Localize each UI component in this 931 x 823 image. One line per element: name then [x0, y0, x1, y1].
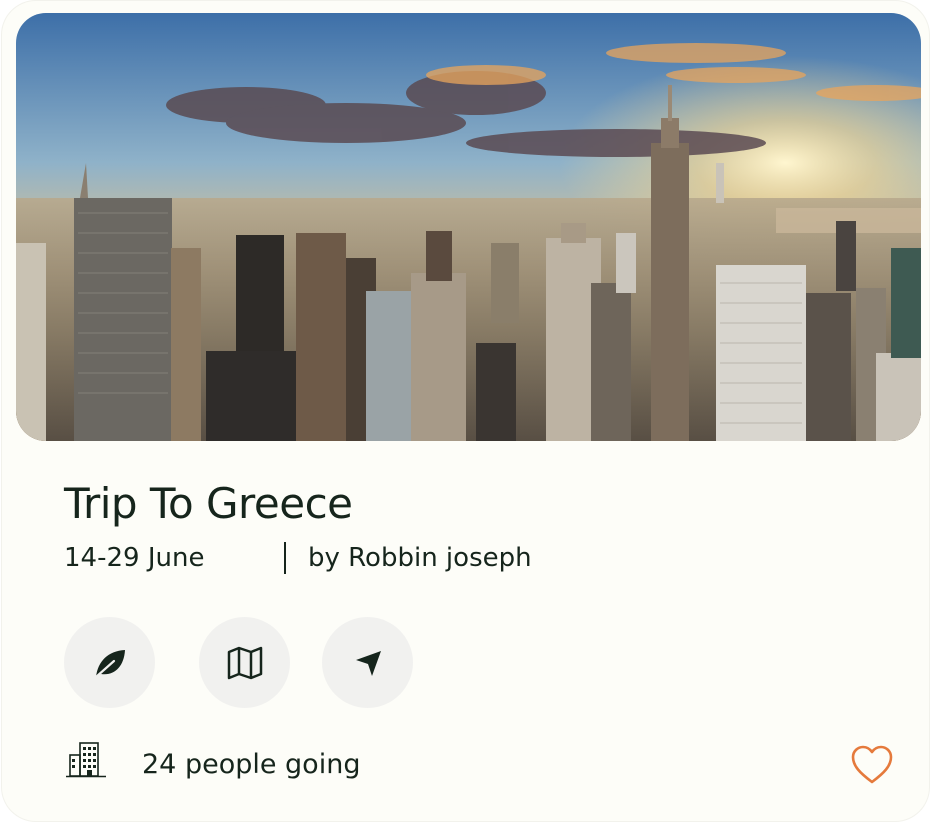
- city-skyline-image: [16, 13, 921, 441]
- hero-image: [16, 13, 921, 441]
- send-icon: [355, 650, 381, 676]
- send-button[interactable]: [322, 617, 413, 708]
- building-icon: [66, 741, 106, 779]
- leaf-icon: [94, 649, 125, 678]
- people-going: 24 people going: [142, 749, 361, 780]
- trip-dates: 14-29 June: [64, 543, 205, 573]
- trip-card[interactable]: Trip To Greece 14-29 June by Robbin jose…: [2, 1, 929, 821]
- leaf-button[interactable]: [64, 617, 155, 708]
- favorite-heart-icon[interactable]: [850, 743, 894, 787]
- meta-divider: [284, 542, 286, 574]
- trip-title: Trip To Greece: [64, 479, 353, 528]
- map-button[interactable]: [199, 617, 290, 708]
- map-icon: [227, 646, 262, 679]
- trip-author: by Robbin joseph: [308, 543, 532, 573]
